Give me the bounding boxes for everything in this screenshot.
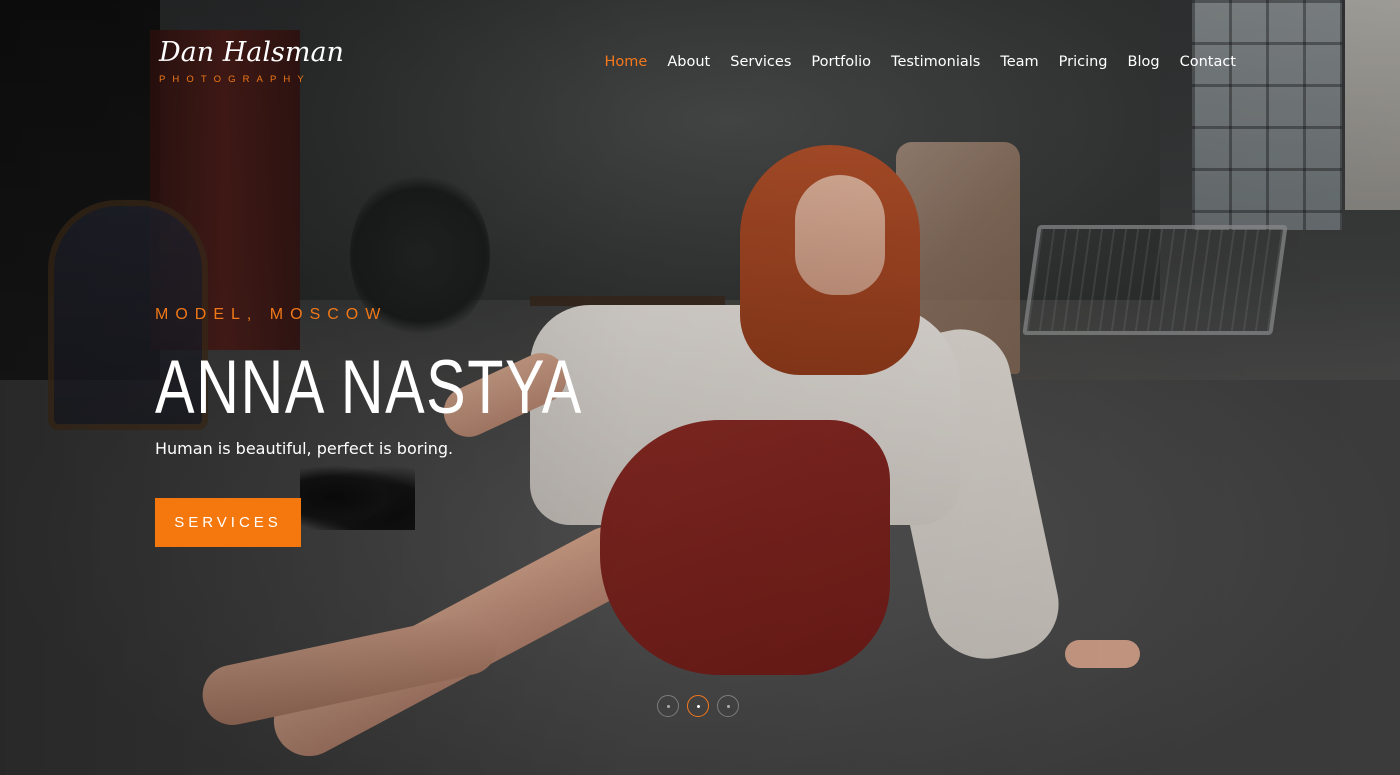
- nav-item-home[interactable]: Home: [605, 54, 648, 70]
- hero-headline: ANNA NASTYA: [155, 345, 583, 430]
- hero-eyebrow: MODEL, MOSCOW: [155, 306, 388, 323]
- main-navigation: Home About Services Portfolio Testimonia…: [605, 54, 1236, 70]
- hero-section: Dan Halsman PHOTOGRAPHY Home About Servi…: [0, 0, 1400, 775]
- nav-item-pricing[interactable]: Pricing: [1059, 54, 1108, 70]
- nav-item-contact[interactable]: Contact: [1180, 54, 1236, 70]
- nav-item-about[interactable]: About: [667, 54, 710, 70]
- logo-script-text: Dan Halsman: [159, 37, 344, 68]
- hero-tagline: Human is beautiful, perfect is boring.: [155, 439, 454, 458]
- nav-item-blog[interactable]: Blog: [1128, 54, 1160, 70]
- site-logo[interactable]: Dan Halsman PHOTOGRAPHY: [159, 36, 344, 96]
- slider-dot-3[interactable]: [717, 695, 739, 717]
- nav-item-services[interactable]: Services: [730, 54, 791, 70]
- logo-subtitle: PHOTOGRAPHY: [159, 74, 311, 85]
- services-button[interactable]: SERVICES: [155, 498, 301, 547]
- nav-item-testimonials[interactable]: Testimonials: [891, 54, 980, 70]
- slider-dot-2[interactable]: [687, 695, 709, 717]
- hero-content: MODEL, MOSCOW ANNA NASTYA Human is beaut…: [155, 304, 704, 547]
- slider-pagination: [657, 695, 739, 717]
- nav-item-portfolio[interactable]: Portfolio: [811, 54, 871, 70]
- nav-item-team[interactable]: Team: [1000, 54, 1038, 70]
- slider-dot-1[interactable]: [657, 695, 679, 717]
